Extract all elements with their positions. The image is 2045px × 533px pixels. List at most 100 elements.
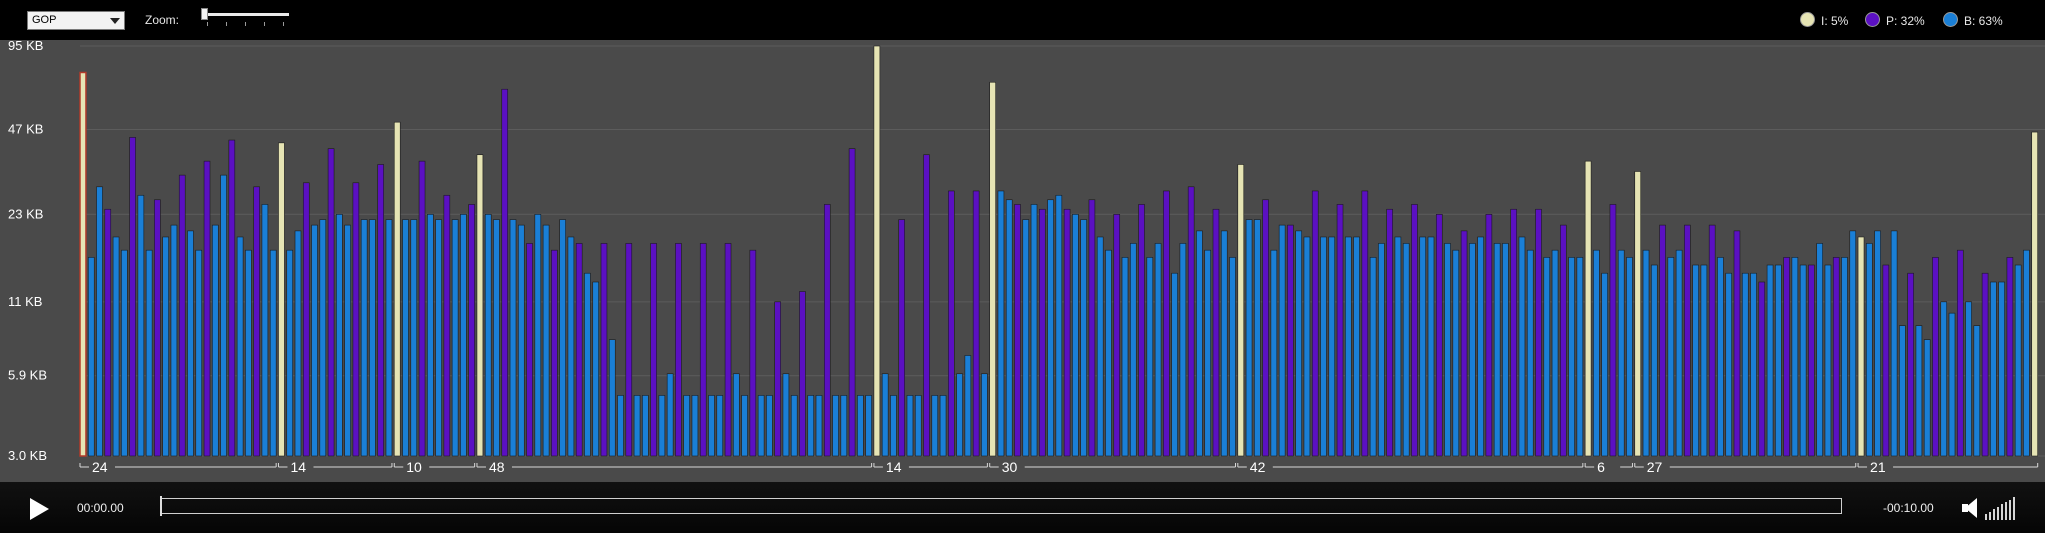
b-frame-bar	[906, 395, 914, 457]
p-frame-bar	[1361, 190, 1369, 457]
b-frame-bar	[220, 174, 227, 457]
p-frame-bar	[327, 148, 335, 457]
zoom-slider-tick	[283, 22, 284, 26]
b-frame-bar	[1940, 301, 1948, 457]
b-frame-bar	[1469, 243, 1476, 457]
b-frame-bar	[1270, 249, 1278, 457]
seek-playhead[interactable]	[160, 496, 162, 516]
b-frame-bar	[666, 373, 674, 457]
b-frame-bar	[1617, 249, 1625, 457]
b-frame-bar	[1444, 243, 1451, 457]
remaining-time: -00:10.00	[1883, 501, 1934, 515]
b-frame-bar	[1700, 264, 1708, 457]
b-frame-bar	[964, 355, 972, 457]
volume-level-bar	[2009, 499, 2011, 520]
gop-length-label: 14	[290, 459, 306, 475]
p-frame-bar	[1560, 224, 1567, 457]
b-frame-bar	[939, 395, 947, 457]
b-frame-bar	[766, 395, 773, 457]
b-frame-bar	[1254, 219, 1261, 457]
b-frame-bar	[1576, 257, 1584, 457]
b-frame-bar	[633, 395, 641, 457]
p-frame-bar	[253, 186, 260, 457]
p-frame-bar	[501, 88, 509, 457]
b-frame-bar	[865, 395, 872, 457]
p-frame-bar	[1113, 214, 1121, 457]
b-frame-bar	[815, 395, 823, 457]
b-frame-bar	[460, 214, 467, 457]
b-frame-bar	[187, 230, 194, 457]
p-frame-bar	[1411, 204, 1418, 457]
volume-button[interactable]	[1962, 498, 1980, 518]
p-frame-bar	[1609, 204, 1617, 457]
p-frame-bar	[1187, 186, 1195, 457]
p-frame-bar	[625, 243, 633, 457]
b-frame-bar	[294, 230, 302, 457]
p-frame-bar	[302, 182, 310, 457]
b-frame-bar	[1154, 243, 1162, 457]
p-frame-bar	[1510, 208, 1517, 457]
p-frame-bar	[1088, 199, 1096, 457]
p-frame-bar	[1014, 204, 1021, 457]
b-frame-bar	[1096, 236, 1104, 457]
p-frame-bar	[1262, 199, 1269, 457]
p-frame-bar	[468, 204, 475, 457]
gop-length-label: 27	[1647, 459, 1663, 475]
b-frame-bar	[1196, 230, 1203, 457]
p-frame-bar	[848, 148, 856, 457]
b-frame-bar	[1948, 312, 1956, 457]
y-axis-labels: 95 KB 47 KB 23 KB 11 KB 5.9 KB 3.0 KB	[8, 40, 47, 463]
b-frame-bar	[534, 214, 542, 457]
gop-length-label: 21	[1870, 459, 1886, 475]
b-frame-bar	[1005, 199, 1013, 457]
p-frame-bar	[699, 243, 707, 457]
b-frame-bar	[1973, 325, 1981, 457]
seek-bar[interactable]	[160, 496, 1842, 516]
p-frame-bar	[178, 174, 186, 457]
b-frame-bar	[542, 224, 550, 457]
b-frame-bar	[1601, 272, 1608, 457]
b-frame-bar	[1741, 272, 1749, 457]
chart-bars	[79, 45, 2038, 457]
zoom-slider-tick	[207, 22, 208, 26]
player-controls: 00:00.00 -00:10.00	[0, 482, 2045, 533]
b-frame-bar	[1824, 264, 1832, 457]
b-frame-bar	[1502, 243, 1509, 457]
b-frame-bar	[1766, 264, 1774, 457]
play-button[interactable]	[26, 496, 50, 520]
p-frame-bar	[1336, 204, 1344, 457]
b-frame-bar	[1725, 272, 1732, 457]
b-frame-bar	[493, 219, 500, 457]
speaker-cone-icon	[1965, 498, 1977, 518]
b-frame-bar	[1849, 230, 1857, 457]
b-frame-bar	[857, 395, 864, 457]
p-frame-bar	[1311, 190, 1319, 457]
zoom-slider[interactable]	[199, 6, 293, 32]
volume-slider[interactable]	[1985, 496, 2015, 520]
b-frame-bar	[2023, 249, 2030, 457]
legend-label-b: B: 63%	[1964, 14, 2003, 28]
b-frame-bar	[1692, 264, 1699, 457]
y-axis-tick-label: 47 KB	[8, 122, 43, 137]
b-frame-bar	[782, 373, 790, 457]
p-frame-bar	[972, 190, 980, 457]
volume-level-bar	[1989, 511, 1991, 520]
b-frame-bar	[1328, 236, 1336, 457]
b-frame-bar	[691, 395, 699, 457]
zoom-slider-thumb[interactable]	[201, 8, 208, 20]
b-frame-bar	[1220, 230, 1228, 457]
legend-label-i: I: 5%	[1821, 14, 1849, 28]
zoom-slider-track	[203, 13, 289, 16]
b-frame-bar	[1229, 257, 1236, 457]
b-frame-bar	[1171, 272, 1178, 457]
b-frame-bar	[1965, 301, 1972, 457]
b-frame-bar	[567, 236, 575, 457]
frame-type-dropdown[interactable]: GOP	[27, 11, 125, 30]
frame-size-chart[interactable]: 95 KB 47 KB 23 KB 11 KB 5.9 KB 3.0 KB 24 14 10 4…	[0, 40, 2045, 482]
b-frame-bar	[1518, 236, 1526, 457]
p-frame-bar	[948, 190, 955, 457]
p-frame-bar	[1535, 208, 1542, 457]
gop-length-label: 10	[406, 459, 422, 475]
zoom-label: Zoom:	[145, 13, 180, 27]
b-frame-bar	[1245, 219, 1253, 457]
